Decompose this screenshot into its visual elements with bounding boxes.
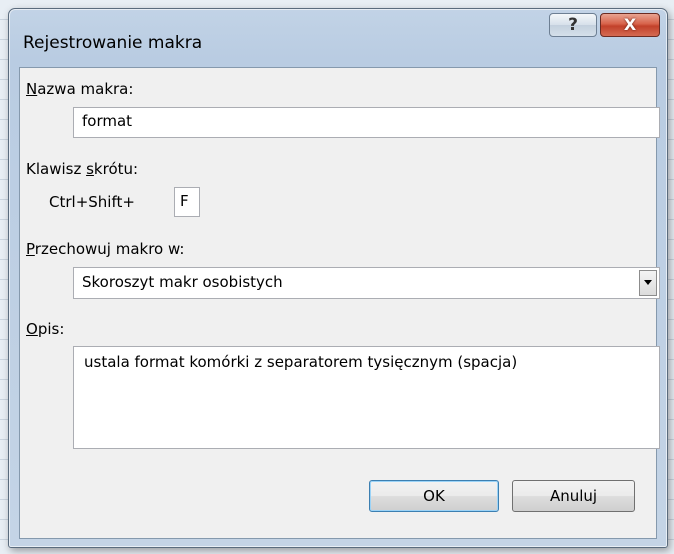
help-button[interactable]: ? — [549, 13, 597, 37]
close-icon: X — [623, 15, 637, 34]
chevron-down-icon[interactable] — [639, 270, 657, 296]
cancel-button[interactable]: Anuluj — [512, 480, 635, 512]
description-label: Opis: — [26, 320, 65, 338]
store-in-select[interactable]: Skoroszyt makr osobistych — [73, 267, 660, 299]
shortcut-label: Klawisz skrótu: — [26, 160, 139, 178]
title-bar[interactable]: Rejestrowanie makra ? X — [9, 9, 667, 67]
macro-name-label: Nazwa makra: — [26, 80, 134, 98]
record-macro-dialog: Rejestrowanie makra ? X Nazwa makra: for… — [8, 8, 668, 548]
store-in-label: Przechowuj makro w: — [26, 240, 185, 258]
dialog-title: Rejestrowanie makra — [23, 33, 203, 53]
shortcut-key-input[interactable]: F — [174, 187, 200, 217]
dialog-body: Nazwa makra: format Klawisz skrótu: Ctrl… — [19, 67, 660, 539]
store-in-selected-value: Skoroszyt makr osobistych — [82, 273, 283, 291]
description-textarea[interactable]: ustala format komórki z separatorem tysi… — [73, 346, 660, 449]
shortcut-prefix: Ctrl+Shift+ — [49, 193, 135, 211]
close-button[interactable]: X — [600, 13, 660, 37]
ok-button[interactable]: OK — [369, 480, 499, 512]
help-icon: ? — [568, 15, 578, 35]
macro-name-input[interactable]: format — [73, 107, 660, 138]
